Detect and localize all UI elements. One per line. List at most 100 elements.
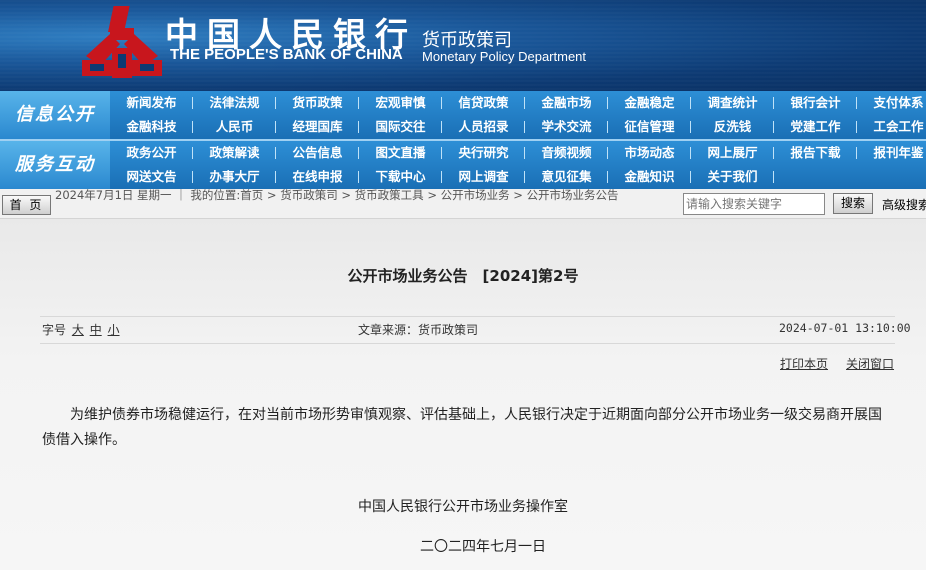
nav-item-section1-1-2[interactable]: 经理国库	[276, 115, 359, 139]
nav-section-service: 服务互动 政务公开 政策解读 公告信息 图文直播 央行研究 音频视频 市场动态 网上展厅 报告下…	[0, 141, 926, 189]
header-banner: 中国人民银行 THE PEOPLE'S BANK OF CHINA 货币政策司 …	[0, 0, 926, 91]
nav-item-label: 信贷政策	[458, 95, 509, 110]
breadcrumb-item[interactable]: 公开市场业务	[441, 188, 510, 202]
close-window-link[interactable]: 关闭窗口	[846, 355, 894, 372]
nav-item-section2-1-6[interactable]: 金融知识	[608, 165, 691, 189]
nav-item-section2-1-7[interactable]: 关于我们	[691, 165, 774, 189]
nav-item-label: 音频视频	[541, 145, 592, 160]
nav-item-section1-0-5[interactable]: 金融市场	[525, 91, 608, 115]
nav-item-section2-0-4[interactable]: 央行研究	[442, 141, 525, 165]
nav-item-section2-1-2[interactable]: 在线申报	[276, 165, 359, 189]
nav-item-label: 人民币	[215, 119, 254, 134]
nav-item-label: 网上调查	[458, 169, 509, 184]
nav-item-label: 图文直播	[375, 145, 426, 160]
nav-item-section1-1-0[interactable]: 金融科技	[110, 115, 193, 139]
nav-item-section1-1-7[interactable]: 反洗钱	[691, 115, 774, 139]
breadcrumb-item[interactable]: 货币政策司	[280, 188, 338, 202]
nav-item-label: 金融知识	[624, 169, 675, 184]
nav-item-section2-0-2[interactable]: 公告信息	[276, 141, 359, 165]
nav-item-label: 下载中心	[375, 169, 426, 184]
nav-item-section2-0-3[interactable]: 图文直播	[359, 141, 442, 165]
nav-item-label: 关于我们	[707, 169, 758, 184]
breadcrumb: 2024年7月1日 星期一 ｜ 我的位置:首页 > 货币政策司 > 货币政策工具…	[55, 188, 619, 202]
nav-item-section1-1-9[interactable]: 工会工作	[857, 115, 926, 139]
search-button[interactable]: 搜索	[833, 193, 873, 214]
meta-divider-bottom	[40, 343, 895, 344]
nav-item-section2-1-5[interactable]: 意见征集	[525, 165, 608, 189]
nav-item-label: 网送文告	[126, 169, 177, 184]
main-navigation: 信息公开 新闻发布 法律法规 货币政策 宏观审慎 信贷政策 金融市场 金融稳定 调查统计 银行会…	[0, 91, 926, 189]
nav-item-section2-1-1[interactable]: 办事大厅	[193, 165, 276, 189]
nav-item-section2-0-1[interactable]: 政策解读	[193, 141, 276, 165]
nav-item-label: 金融稳定	[624, 95, 675, 110]
nav-item-label: 新闻发布	[126, 95, 177, 110]
nav-item-section1-0-8[interactable]: 银行会计	[774, 91, 857, 115]
nav-item-label: 人员招录	[458, 119, 509, 134]
nav-item-section1-1-6[interactable]: 征信管理	[608, 115, 691, 139]
breadcrumb-item[interactable]: 首页	[240, 188, 263, 202]
nav-item-section2-1-0[interactable]: 网送文告	[110, 165, 193, 189]
article-source: 文章来源：货币政策司	[358, 323, 479, 337]
breadcrumb-separator: >	[427, 188, 437, 202]
location-bar: 首 页 2024年7月1日 星期一 ｜ 我的位置:首页 > 货币政策司 > 货币…	[0, 188, 926, 219]
nav-item-section1-1-8[interactable]: 党建工作	[774, 115, 857, 139]
bank-name-en: THE PEOPLE'S BANK OF CHINA	[170, 46, 403, 63]
nav-item-label: 政策解读	[209, 145, 260, 160]
nav-item-label: 意见征集	[541, 169, 592, 184]
breadcrumb-separator: >	[513, 188, 523, 202]
article-date: 2024-07-01 13:10:00	[779, 321, 911, 335]
search-input[interactable]	[683, 193, 825, 215]
nav-item-label: 银行会计	[790, 95, 841, 110]
nav-grid-info: 新闻发布 法律法规 货币政策 宏观审慎 信贷政策 金融市场 金融稳定 调查统计 银行会计 支付体系…	[110, 91, 926, 139]
breadcrumb-separator: >	[266, 188, 277, 202]
current-date: 2024年7月1日 星期一	[55, 188, 172, 202]
nav-item-section1-0-1[interactable]: 法律法规	[193, 91, 276, 115]
advanced-search-link[interactable]: 高级搜索	[882, 196, 926, 213]
nav-item-section1-0-4[interactable]: 信贷政策	[442, 91, 525, 115]
nav-item-label: 反洗钱	[713, 119, 752, 134]
home-button[interactable]: 首 页	[2, 195, 51, 215]
nav-item-label: 报告下载	[790, 145, 841, 160]
article-body: 为维护债券市场稳健运行，在对当前市场形势审慎观察、评估基础上，人民银行决定于近期…	[42, 407, 882, 448]
nav-item-section2-0-8[interactable]: 报告下载	[774, 141, 857, 165]
nav-item-label: 学术交流	[541, 119, 592, 134]
nav-item-section1-1-4[interactable]: 人员招录	[442, 115, 525, 139]
nav-item-section1-0-7[interactable]: 调查统计	[691, 91, 774, 115]
nav-item-label: 法律法规	[209, 95, 260, 110]
font-size-medium-link[interactable]: 中	[90, 323, 102, 337]
nav-section-info: 信息公开 新闻发布 法律法规 货币政策 宏观审慎 信贷政策 金融市场 金融稳定 调查统计 银行会…	[0, 91, 926, 139]
meta-divider-top	[40, 316, 895, 317]
breadcrumb-item[interactable]: 货币政策工具	[355, 188, 424, 202]
nav-item-label: 国际交往	[375, 119, 426, 134]
nav-item-section2-0-7[interactable]: 网上展厅	[691, 141, 774, 165]
nav-item-label: 政务公开	[126, 145, 177, 160]
nav-item-section2-0-6[interactable]: 市场动态	[608, 141, 691, 165]
nav-item-section1-1-5[interactable]: 学术交流	[525, 115, 608, 139]
nav-item-section1-0-2[interactable]: 货币政策	[276, 91, 359, 115]
nav-item-section2-1-4[interactable]: 网上调查	[442, 165, 525, 189]
nav-item-label: 在线申报	[292, 169, 343, 184]
breadcrumb-item[interactable]: 公开市场业务公告	[527, 188, 619, 202]
font-size-small-link[interactable]: 小	[108, 323, 120, 337]
nav-item-section1-0-3[interactable]: 宏观审慎	[359, 91, 442, 115]
nav-item-section2-0-9[interactable]: 报刊年鉴	[857, 141, 926, 165]
nav-item-section2-1-3[interactable]: 下载中心	[359, 165, 442, 189]
nav-item-label: 报刊年鉴	[873, 145, 924, 160]
position-label: 我的位置:	[190, 188, 241, 202]
nav-item-section1-0-0[interactable]: 新闻发布	[110, 91, 193, 115]
pboc-logo-icon[interactable]	[80, 4, 164, 84]
nav-item-section1-0-6[interactable]: 金融稳定	[608, 91, 691, 115]
nav-item-section2-0-5[interactable]: 音频视频	[525, 141, 608, 165]
nav-section-label-service: 服务互动	[0, 141, 110, 189]
nav-item-label: 货币政策	[292, 95, 343, 110]
nav-item-section1-1-1[interactable]: 人民币	[193, 115, 276, 139]
nav-item-section1-1-3[interactable]: 国际交往	[359, 115, 442, 139]
article-title: 公开市场业务公告 [2024]第2号	[347, 267, 579, 285]
department-name-en: Monetary Policy Department	[422, 49, 587, 64]
nav-item-label: 办事大厅	[209, 169, 260, 184]
font-size-large-link[interactable]: 大	[72, 323, 84, 337]
nav-item-section1-0-9[interactable]: 支付体系	[857, 91, 926, 115]
breadcrumb-separator: >	[341, 188, 351, 202]
nav-item-section2-0-0[interactable]: 政务公开	[110, 141, 193, 165]
print-page-link[interactable]: 打印本页	[780, 355, 828, 372]
